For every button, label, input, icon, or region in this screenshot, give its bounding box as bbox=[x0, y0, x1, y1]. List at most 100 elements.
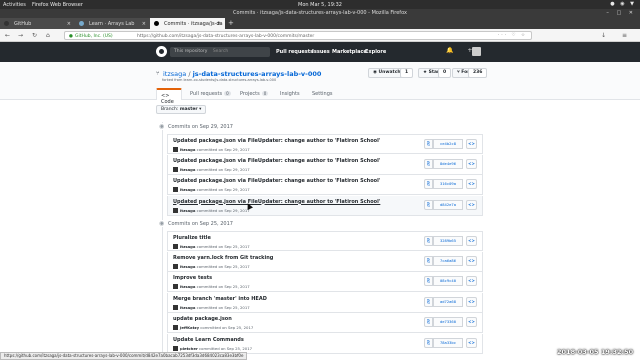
author-avatar[interactable] bbox=[173, 345, 178, 351]
commit-sha-link[interactable]: 7ca6a86 bbox=[433, 255, 463, 266]
forked-from-link[interactable]: forked from learn-co-students/js-data-st… bbox=[162, 78, 276, 82]
browse-repository-icon[interactable]: <> bbox=[466, 158, 477, 169]
commit-title-link[interactable]: Pluralize title bbox=[173, 235, 211, 241]
user-avatar[interactable] bbox=[472, 47, 481, 56]
browse-repository-icon[interactable]: <> bbox=[466, 276, 477, 286]
browse-repository-icon[interactable]: <> bbox=[466, 139, 477, 149]
commit-author-link[interactable]: itzsaga bbox=[180, 264, 195, 269]
author-avatar[interactable] bbox=[173, 207, 178, 213]
author-avatar[interactable] bbox=[173, 147, 178, 152]
commit-author-link[interactable]: itzsaga bbox=[180, 167, 195, 172]
home-icon[interactable]: ⌂ bbox=[46, 32, 50, 39]
commit-author-link[interactable]: itzsaga bbox=[180, 187, 195, 192]
tab-learn-arrays-lab[interactable]: Learn · Arrays Lab × bbox=[75, 18, 150, 29]
url-bar[interactable]: ● GitHub, Inc. (US) https://github.com/i… bbox=[64, 31, 532, 40]
nav-pull-requests[interactable]: Pull requests bbox=[276, 49, 313, 55]
toolbar-menu-icons[interactable]: ↓ ≡ bbox=[601, 32, 634, 39]
tab-insights[interactable]: Insights bbox=[280, 88, 300, 100]
commit-sha-link[interactable]: 08c9c40 bbox=[433, 276, 463, 286]
commit-title-link[interactable]: update package.json bbox=[173, 316, 232, 322]
browse-repository-icon[interactable]: <> bbox=[466, 317, 477, 327]
site-identity[interactable]: GitHub, Inc. (US) bbox=[75, 33, 113, 40]
commit-row[interactable]: Updated package.json via FileUpdater: ch… bbox=[167, 134, 483, 154]
browse-repository-icon[interactable]: <> bbox=[466, 199, 477, 210]
repo-owner-link[interactable]: itzsaga bbox=[163, 70, 186, 78]
tab-github[interactable]: GitHub × bbox=[0, 18, 75, 29]
commit-author-link[interactable]: itzsaga bbox=[180, 208, 195, 213]
forward-icon[interactable]: → bbox=[18, 32, 23, 39]
branch-selector[interactable]: Branch: master ▾ bbox=[156, 105, 207, 114]
commit-title-link[interactable]: Merge branch 'master' into HEAD bbox=[173, 296, 267, 302]
commit-title-link[interactable]: Remove yarn.lock from Git tracking bbox=[173, 255, 273, 261]
copy-sha-clipboard-icon[interactable]: ⎘ bbox=[424, 317, 433, 327]
copy-sha-clipboard-icon[interactable]: ⎘ bbox=[424, 276, 433, 286]
close-tab-icon[interactable]: × bbox=[217, 21, 221, 27]
commit-sha-link[interactable]: 3289b65 bbox=[433, 236, 463, 246]
copy-sha-clipboard-icon[interactable]: ⎘ bbox=[424, 158, 433, 169]
commit-author-link[interactable]: itzsaga bbox=[180, 244, 195, 249]
system-tray-icons[interactable]: ● ◉ ▼ bbox=[610, 1, 636, 7]
nav-marketplace[interactable]: Marketplace bbox=[332, 49, 367, 55]
commit-sha-link[interactable]: d842e7a bbox=[433, 199, 463, 210]
commit-row[interactable]: Merge branch 'master' into HEAD itzsaga c… bbox=[167, 292, 483, 313]
tab-commits[interactable]: Commits · itzsaga/js-da × bbox=[150, 18, 225, 29]
commit-author-link[interactable]: pletcher bbox=[180, 346, 198, 351]
commit-row[interactable]: Improve tests itzsaga committed on Sep 25… bbox=[167, 272, 483, 292]
star-count[interactable]: 0 bbox=[438, 68, 452, 78]
author-avatar[interactable] bbox=[173, 304, 178, 310]
commit-row[interactable]: Remove yarn.lock from Git tracking itzsag… bbox=[167, 251, 483, 272]
reload-icon[interactable]: ↻ bbox=[32, 32, 37, 39]
browse-repository-icon[interactable]: <> bbox=[466, 236, 477, 246]
page-actions-icon[interactable]: ··· ♡ ☆ bbox=[498, 32, 527, 39]
tab-code[interactable]: <> Code bbox=[156, 88, 182, 105]
close-tab-icon[interactable]: × bbox=[142, 21, 146, 27]
tab-settings[interactable]: Settings bbox=[312, 88, 333, 100]
repo-name-link[interactable]: js-data-structures-arrays-lab-v-000 bbox=[193, 70, 322, 78]
commit-row[interactable]: Updated package.json via FileUpdater: ch… bbox=[167, 154, 483, 175]
commit-row[interactable]: Updated package.json via FileUpdater: ch… bbox=[167, 195, 483, 216]
window-controls[interactable]: – □ ✕ bbox=[606, 9, 636, 17]
commit-row[interactable]: Pluralize title itzsaga committed on Sep … bbox=[167, 231, 483, 251]
close-tab-icon[interactable]: × bbox=[67, 21, 71, 27]
commit-sha-link[interactable]: 316c09a bbox=[433, 179, 463, 189]
commit-title-link[interactable]: Updated package.json via FileUpdater: ch… bbox=[173, 158, 380, 164]
commit-sha-link[interactable]: ad72a68 bbox=[433, 296, 463, 307]
author-avatar[interactable] bbox=[173, 244, 178, 249]
watch-count[interactable]: 1 bbox=[400, 68, 414, 78]
browse-repository-icon[interactable]: <> bbox=[466, 296, 477, 307]
author-avatar[interactable] bbox=[173, 325, 178, 330]
commit-sha-link[interactable]: de73360 bbox=[433, 317, 463, 327]
url-text[interactable]: https://github.com/itzsaga/js-data-struc… bbox=[137, 33, 314, 40]
commit-title-link[interactable]: Improve tests bbox=[173, 275, 212, 281]
commit-title-link[interactable]: Updated package.json via FileUpdater: ch… bbox=[173, 178, 380, 184]
search-input[interactable]: This repository Search bbox=[170, 47, 270, 57]
commit-author-link[interactable]: itzsaga bbox=[180, 147, 195, 152]
commit-author-link[interactable]: itzsaga bbox=[180, 284, 195, 289]
author-avatar[interactable] bbox=[173, 263, 178, 269]
browse-repository-icon[interactable]: <> bbox=[466, 179, 477, 189]
back-icon[interactable]: ← bbox=[5, 32, 10, 39]
tab-pull-requests[interactable]: Pull requests 0 bbox=[190, 88, 231, 100]
fork-count[interactable]: 236 bbox=[468, 68, 488, 78]
commit-author-link[interactable]: itzsaga bbox=[180, 305, 195, 310]
author-avatar[interactable] bbox=[173, 166, 178, 172]
commit-row[interactable]: update package.json JeffKatzy committed o… bbox=[167, 313, 483, 333]
nav-explore[interactable]: Explore bbox=[365, 49, 386, 55]
copy-sha-clipboard-icon[interactable]: ⎘ bbox=[424, 139, 433, 149]
commit-title-link[interactable]: Updated package.json via FileUpdater: ch… bbox=[173, 199, 380, 205]
commit-sha-link[interactable]: ce4b2c8 bbox=[433, 139, 463, 149]
nav-issues[interactable]: Issues bbox=[312, 49, 330, 55]
author-avatar[interactable] bbox=[173, 187, 178, 192]
copy-sha-clipboard-icon[interactable]: ⎘ bbox=[424, 255, 433, 266]
commit-row[interactable]: Update Learn Commands pletcher committed … bbox=[167, 333, 483, 354]
commit-title-link[interactable]: Updated package.json via FileUpdater: ch… bbox=[173, 138, 380, 144]
commit-title-link[interactable]: Update Learn Commands bbox=[173, 337, 244, 343]
commit-author-link[interactable]: JeffKatzy bbox=[180, 325, 199, 330]
commit-sha-link[interactable]: 78a33bc bbox=[433, 337, 463, 348]
copy-sha-clipboard-icon[interactable]: ⎘ bbox=[424, 179, 433, 189]
browse-repository-icon[interactable]: <> bbox=[466, 255, 477, 266]
browse-repository-icon[interactable]: <> bbox=[466, 337, 477, 348]
copy-sha-clipboard-icon[interactable]: ⎘ bbox=[424, 337, 433, 348]
tab-projects[interactable]: Projects 0 bbox=[240, 88, 269, 100]
system-clock[interactable]: Mon Mar 5, 19:32 bbox=[0, 2, 640, 8]
